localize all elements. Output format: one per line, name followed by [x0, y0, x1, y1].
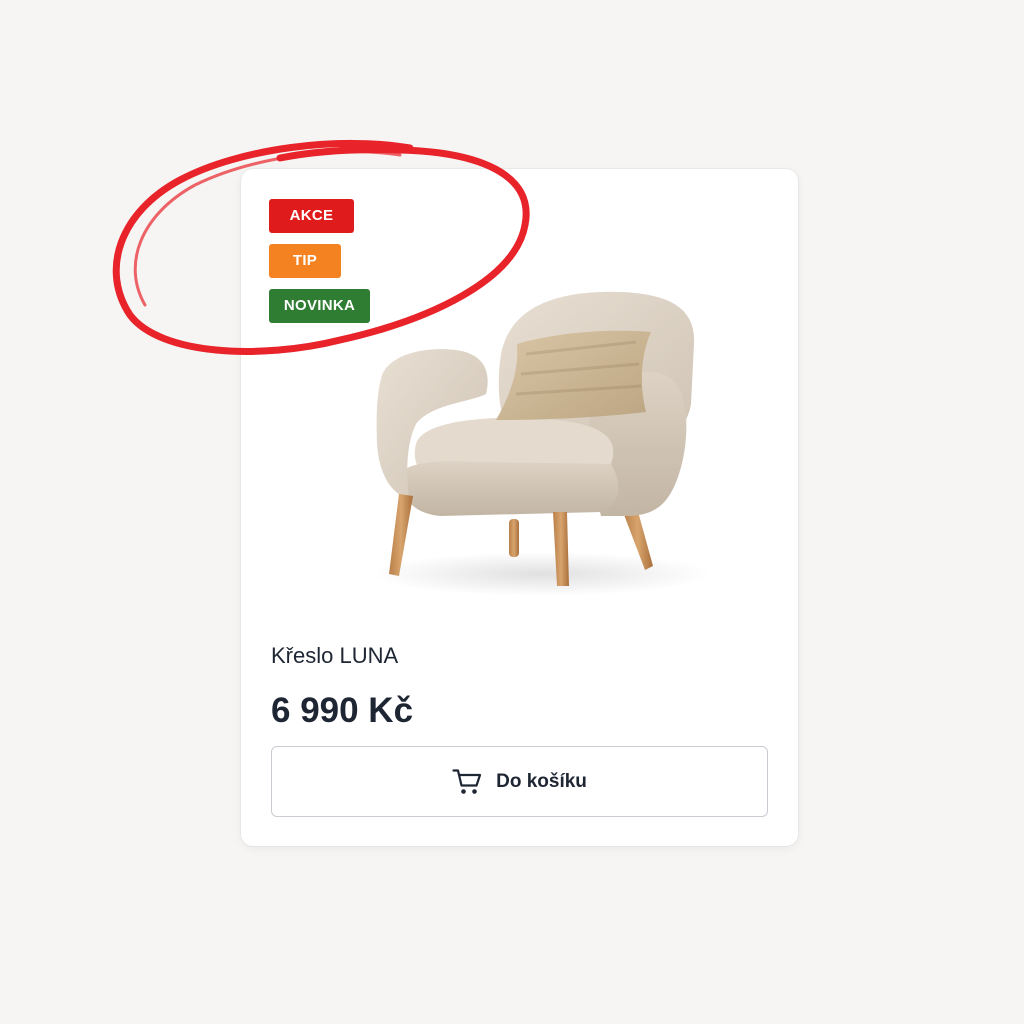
page: AKCE TIP NOVINKA Křeslo LUNA 6 990 Kč Do…: [0, 0, 1024, 1024]
badge-list: AKCE TIP NOVINKA: [269, 199, 370, 323]
product-name[interactable]: Křeslo LUNA: [271, 643, 398, 669]
badge-akce: AKCE: [269, 199, 354, 233]
add-to-cart-button[interactable]: Do košíku: [271, 746, 768, 817]
add-to-cart-label: Do košíku: [496, 770, 587, 792]
product-price: 6 990 Kč: [271, 691, 414, 730]
badge-tip: TIP: [269, 244, 341, 278]
badge-novinka: NOVINKA: [269, 289, 370, 323]
product-card[interactable]: AKCE TIP NOVINKA Křeslo LUNA 6 990 Kč Do…: [241, 169, 798, 846]
armchair-image[interactable]: [361, 284, 721, 614]
cart-icon: [452, 768, 482, 794]
